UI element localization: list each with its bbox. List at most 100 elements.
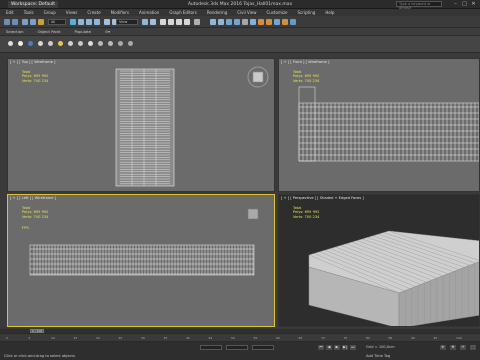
add-time-tag-button[interactable]: Add Time Tag: [366, 354, 390, 358]
snaps-toggle-icon[interactable]: [160, 19, 166, 25]
grid-size-label: Grid = 100,0cm: [366, 345, 395, 349]
particles-filter-icon[interactable]: [128, 41, 133, 46]
viewport-perspective[interactable]: [ + ] [ Perspective ] [ Shaded + Edged F…: [278, 194, 480, 327]
lights-filter-icon[interactable]: [58, 41, 63, 46]
link-icon[interactable]: [22, 19, 28, 25]
angle-snap-icon[interactable]: [168, 19, 174, 25]
mirror-icon[interactable]: [210, 19, 216, 25]
viewport-top[interactable]: [ + ] [ Top ] [ Wireframe ] Total Polys:…: [7, 58, 275, 192]
rectangular-selection-icon[interactable]: [86, 19, 92, 25]
schematic-view-icon[interactable]: [250, 19, 256, 25]
menu-edit[interactable]: Edit: [6, 10, 14, 15]
viewcube-icon[interactable]: [246, 65, 270, 89]
selection-filter-dropdown[interactable]: All: [48, 19, 66, 25]
align-icon[interactable]: [218, 19, 224, 25]
reference-coordinate-dropdown[interactable]: View: [116, 19, 138, 25]
orbit-icon[interactable]: ⟳: [460, 345, 466, 350]
timeline-tick-label: 75: [343, 336, 348, 340]
menu-modifiers[interactable]: Modifiers: [111, 10, 129, 15]
timeline-tick-label: 95: [433, 336, 438, 340]
viewport-left[interactable]: [ + ] [ Left ] [ Wireframe ] Total Polys…: [7, 194, 275, 327]
viewport-front[interactable]: [ + ] [ Front ] [ Wireframe ] Total Poly…: [278, 58, 480, 192]
zoom-icon[interactable]: ⊕: [440, 345, 446, 350]
timeline-tick-label: 80: [366, 336, 370, 340]
helpers-filter-icon[interactable]: [78, 41, 83, 46]
play-button[interactable]: ▶: [334, 345, 340, 350]
rendered-frame-window-icon[interactable]: [274, 19, 280, 25]
space-warps-filter-icon[interactable]: [88, 41, 93, 46]
previous-frame-button[interactable]: ◀: [326, 345, 332, 350]
named-selection-icon[interactable]: [194, 19, 200, 25]
render-iterative-icon[interactable]: [290, 19, 296, 25]
menu-bar: Edit Tools Group Views Create Modifiers …: [0, 9, 480, 16]
timeline-tick-label: 65: [298, 336, 303, 340]
shapes-filter-icon[interactable]: [48, 41, 53, 46]
render-production-icon[interactable]: [282, 19, 288, 25]
ribbon-tab-object-paint[interactable]: Object Paint: [38, 29, 61, 34]
maximize-button[interactable]: □: [461, 1, 468, 7]
pan-icon[interactable]: ✥: [450, 345, 456, 350]
bones-filter-icon[interactable]: [118, 41, 123, 46]
curve-editor-icon[interactable]: [242, 19, 248, 25]
material-editor-icon[interactable]: [258, 19, 264, 25]
menu-views[interactable]: Views: [66, 10, 78, 15]
select-manipulate-icon[interactable]: [150, 19, 156, 25]
left-wireframe-elevation: [29, 208, 259, 276]
menu-customize[interactable]: Customize: [267, 10, 288, 15]
timeline-tick-label: 85: [388, 336, 393, 340]
go-to-end-button[interactable]: ⏭: [350, 345, 356, 350]
go-to-start-button[interactable]: ⏮: [318, 345, 324, 350]
geometry-filter-icon[interactable]: [38, 41, 43, 46]
pivot-center-icon[interactable]: [142, 19, 148, 25]
timeline-tick-label: 90: [411, 336, 415, 340]
spinner-snap-icon[interactable]: [184, 19, 190, 25]
maximize-viewport-icon[interactable]: ⬚: [470, 345, 476, 350]
menu-graph-editors[interactable]: Graph Editors: [169, 10, 196, 15]
menu-animation[interactable]: Animation: [139, 10, 159, 15]
menu-rendering[interactable]: Rendering: [207, 10, 227, 15]
menu-tools[interactable]: Tools: [24, 10, 34, 15]
select-move-icon[interactable]: [104, 19, 110, 25]
close-button[interactable]: ✕: [470, 1, 477, 7]
display-invert-icon[interactable]: [28, 41, 33, 46]
ribbon-options-icon[interactable]: ⊙▾: [105, 29, 110, 34]
viewcube-left-icon: [247, 208, 259, 220]
timeline-ticks: 0 5 10 15 20 25 30 35 40 45 50 55 60 65 70 75 80 85 90 95 10…: [6, 334, 474, 342]
menu-group[interactable]: Group: [44, 10, 56, 15]
xrefs-filter-icon[interactable]: [108, 41, 113, 46]
bind-space-warp-icon[interactable]: [38, 19, 44, 25]
z-coordinate-field[interactable]: [252, 345, 274, 350]
ribbon-tab-populate[interactable]: Populate: [74, 29, 91, 34]
menu-help[interactable]: Help: [325, 10, 334, 15]
render-setup-icon[interactable]: [266, 19, 272, 25]
select-by-name-icon[interactable]: [78, 19, 84, 25]
layer-explorer-icon[interactable]: [226, 19, 232, 25]
display-all-icon[interactable]: [18, 41, 23, 46]
menu-civil-view[interactable]: Civil View: [237, 10, 256, 15]
timeline-tick-label: 45: [208, 336, 213, 340]
toggle-ribbon-icon[interactable]: [234, 19, 240, 25]
display-none-icon[interactable]: [8, 41, 13, 46]
search-input[interactable]: Type a keyword or phrase: [396, 1, 442, 10]
percent-snap-icon[interactable]: [176, 19, 182, 25]
unlink-icon[interactable]: [30, 19, 36, 25]
cameras-filter-icon[interactable]: [68, 41, 73, 46]
next-frame-button[interactable]: ▶|: [342, 345, 348, 350]
timeline-track[interactable]: 0 5 10 15 20 25 30 35 40 45 50 55 60 65 70 75 80 85 90 95 10…: [0, 333, 480, 342]
ribbon-tab-selection[interactable]: Selection: [6, 29, 24, 34]
menu-scripting[interactable]: Scripting: [298, 10, 316, 15]
status-prompt: Click or click-and-drag to select object…: [4, 354, 75, 358]
select-object-icon[interactable]: [70, 19, 76, 25]
minimize-button[interactable]: –: [452, 1, 459, 7]
timeline-tick-label: 10: [51, 336, 55, 340]
y-coordinate-field[interactable]: [226, 345, 248, 350]
timeline-tick-label: 15: [73, 336, 78, 340]
redo-icon[interactable]: [12, 19, 18, 25]
x-coordinate-field[interactable]: [200, 345, 222, 350]
timeline-tick-label: 60: [276, 336, 280, 340]
groups-filter-icon[interactable]: [98, 41, 103, 46]
main-toolbar: All View: [0, 16, 480, 28]
window-crossing-icon[interactable]: [94, 19, 100, 25]
undo-icon[interactable]: [4, 19, 10, 25]
menu-create[interactable]: Create: [87, 10, 100, 15]
